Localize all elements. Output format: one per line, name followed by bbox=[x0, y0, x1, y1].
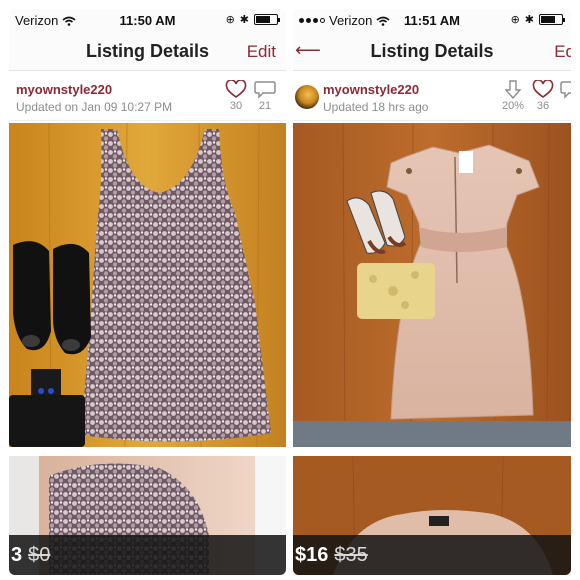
listing-header: myownstyle220 Updated 18 hrs ago 20% 36 bbox=[293, 73, 571, 121]
like-count: 36 bbox=[536, 100, 550, 112]
battery-icon bbox=[539, 14, 565, 25]
nav-bar: Listing Details Edit bbox=[9, 31, 286, 71]
lock-rotation-icon: ⊕ bbox=[510, 14, 520, 26]
price-drop-percent: 20% bbox=[501, 100, 525, 112]
page-title: Listing Details bbox=[85, 41, 210, 61]
lock-rotation-icon: ⊕ bbox=[225, 14, 235, 26]
heart-icon bbox=[225, 80, 247, 98]
price: $16 bbox=[295, 544, 329, 566]
bluetooth-icon: ✱ bbox=[239, 14, 249, 26]
status-bar: Verizon 11:50 AM ⊕ ✱ bbox=[9, 9, 286, 31]
edit-button[interactable]: Ed bbox=[554, 42, 571, 62]
updated-timestamp: Updated 18 hrs ago bbox=[323, 100, 429, 114]
price: 3 bbox=[11, 544, 23, 566]
listing-photo[interactable] bbox=[293, 123, 571, 447]
seller-username[interactable]: myownstyle220 bbox=[16, 82, 112, 97]
price-bar: 3 $0 bbox=[9, 535, 286, 575]
sequin-dress-photo bbox=[9, 123, 286, 447]
avatar[interactable] bbox=[295, 85, 319, 109]
battery-icon bbox=[254, 14, 280, 25]
listing-header: myownstyle220 Updated on Jan 09 10:27 PM… bbox=[9, 73, 286, 121]
nav-bar: ⟵ Listing Details Ed bbox=[293, 31, 571, 71]
screen-listing-right: Verizon 11:51 AM ⊕ ✱ ⟵ Listing Details E… bbox=[293, 9, 571, 575]
comment-button[interactable] bbox=[557, 80, 571, 99]
listing-photo[interactable] bbox=[9, 123, 286, 447]
status-bar: Verizon 11:51 AM ⊕ ✱ bbox=[293, 9, 571, 31]
original-price: $35 bbox=[334, 544, 368, 566]
down-arrow-icon bbox=[504, 80, 522, 99]
like-button[interactable]: 36 bbox=[529, 80, 557, 112]
comment-count: 21 bbox=[258, 100, 272, 112]
bluetooth-icon: ✱ bbox=[524, 14, 534, 26]
screen-listing-left: Verizon 11:50 AM ⊕ ✱ Listing Details Edi… bbox=[9, 9, 286, 575]
blush-dress-photo bbox=[293, 123, 571, 447]
comment-icon bbox=[560, 81, 571, 99]
price-drop-indicator: 20% bbox=[499, 80, 527, 112]
heart-icon bbox=[532, 80, 554, 98]
seller-username[interactable]: myownstyle220 bbox=[323, 82, 419, 97]
like-count: 30 bbox=[229, 100, 243, 112]
updated-timestamp: Updated on Jan 09 10:27 PM bbox=[16, 100, 173, 114]
page-title: Listing Details bbox=[370, 41, 494, 61]
edit-button[interactable]: Edit bbox=[247, 42, 276, 62]
original-price: $0 bbox=[28, 544, 51, 566]
like-button[interactable]: 30 bbox=[222, 80, 250, 112]
comment-icon bbox=[254, 81, 276, 99]
price-bar: $16 $35 bbox=[293, 535, 571, 575]
comment-button[interactable]: 21 bbox=[251, 80, 279, 112]
